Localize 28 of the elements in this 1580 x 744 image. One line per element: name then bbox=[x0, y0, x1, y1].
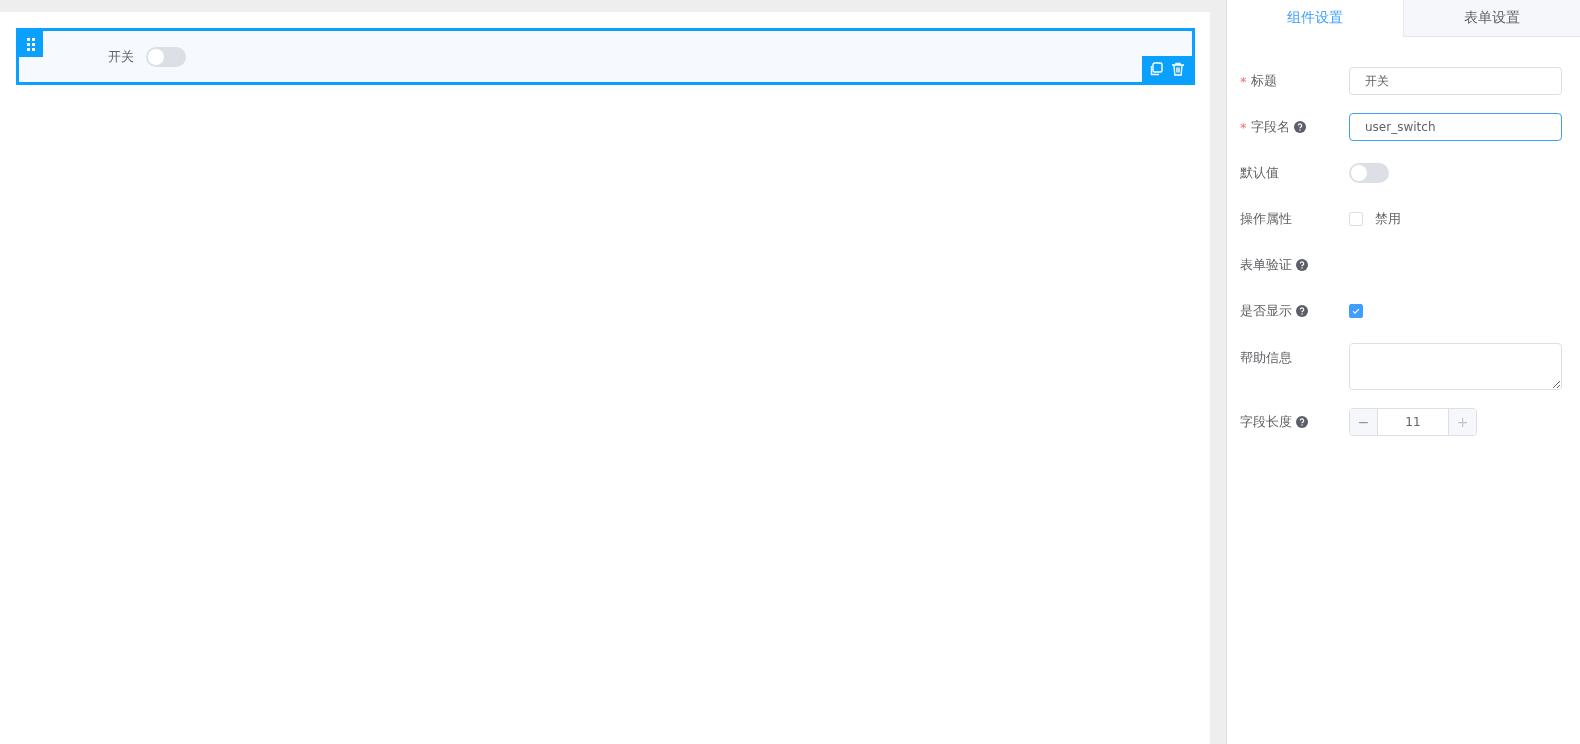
field-label: 字段长度 bbox=[1240, 413, 1292, 431]
help-icon[interactable] bbox=[1296, 305, 1308, 317]
field-label: 表单验证 bbox=[1240, 256, 1292, 274]
field-label: 字段名 bbox=[1250, 118, 1290, 136]
field-label: 操作属性 bbox=[1240, 210, 1292, 228]
field-label: 默认值 bbox=[1240, 164, 1279, 182]
text-input[interactable]: 开关 bbox=[1349, 67, 1562, 95]
help-icon[interactable] bbox=[1296, 259, 1308, 271]
delete-icon[interactable] bbox=[1170, 62, 1185, 76]
number-input[interactable]: − 11 + bbox=[1349, 408, 1477, 436]
toggle-switch[interactable] bbox=[146, 46, 186, 67]
textarea-field[interactable] bbox=[1349, 343, 1562, 390]
field-label: 是否显示 bbox=[1240, 302, 1292, 320]
field-label: 开关 bbox=[108, 47, 134, 66]
checkbox[interactable] bbox=[1349, 304, 1363, 318]
help-icon[interactable] bbox=[1293, 121, 1306, 133]
form-item-card[interactable]: 开关 bbox=[16, 28, 1195, 85]
toggle-switch[interactable] bbox=[1349, 163, 1389, 183]
text-input[interactable]: user_switch bbox=[1349, 113, 1562, 141]
checkbox-label[interactable]: 禁用 bbox=[1375, 210, 1401, 228]
required-mark: * bbox=[1240, 73, 1247, 89]
copy-icon[interactable] bbox=[1149, 62, 1164, 76]
tab[interactable]: 表单设置 bbox=[1403, 0, 1580, 37]
drag-handle-icon[interactable] bbox=[19, 31, 43, 57]
field-label: 标题 bbox=[1250, 72, 1277, 90]
required-mark: * bbox=[1240, 119, 1247, 135]
help-icon[interactable] bbox=[1296, 416, 1308, 428]
field-label: 帮助信息 bbox=[1240, 349, 1292, 367]
